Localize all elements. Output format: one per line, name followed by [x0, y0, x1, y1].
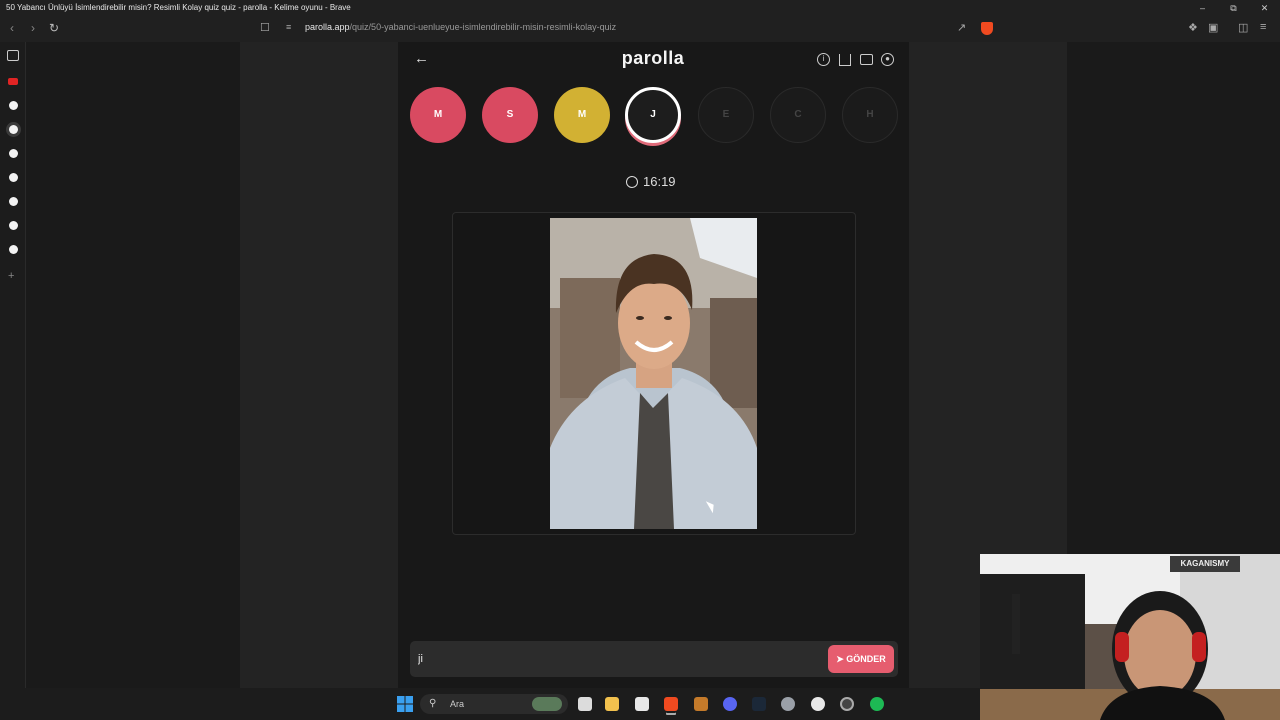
close-icon[interactable]: ✕	[1249, 0, 1280, 16]
photo-illustration	[550, 218, 757, 529]
search-highlight-icon	[532, 697, 562, 711]
back-arrow-icon[interactable]: ←	[414, 50, 429, 67]
letter-label: H	[866, 109, 874, 120]
letter-circle[interactable]: E	[698, 87, 754, 143]
info-icon[interactable]: i	[817, 53, 830, 66]
youtube-icon[interactable]	[8, 78, 18, 85]
url-text: parolla.app/quiz/50-yabanci-uenlueyue-is…	[305, 22, 617, 32]
brave-taskbar-icon[interactable]	[664, 697, 678, 711]
minimize-icon[interactable]: –	[1187, 0, 1218, 16]
letter-label: C	[794, 109, 802, 120]
app-taskbar-icon[interactable]	[840, 697, 854, 711]
taskbar-search[interactable]: ⚲ Ara	[420, 694, 568, 714]
browser-toolbar: ‹ › ↻ ☐ ≡ parolla.app/quiz/50-yabanci-ue…	[0, 16, 1280, 42]
webcam-overlay: KAGANISMY	[980, 554, 1280, 720]
bookmark-icon[interactable]: ☐	[260, 21, 270, 34]
share-icon[interactable]: ↗	[957, 21, 966, 34]
store-icon[interactable]	[635, 697, 649, 711]
file-explorer-icon[interactable]	[605, 697, 619, 711]
add-icon[interactable]: +	[8, 270, 14, 282]
window-titlebar: 50 Yabancı Ünlüyü İsimlendirebilir misin…	[0, 0, 1280, 16]
settings-icon[interactable]	[781, 697, 795, 711]
answer-input-container	[410, 641, 898, 677]
timer: 16:19	[626, 174, 676, 189]
forward-icon[interactable]: ›	[31, 21, 35, 35]
browser-sidebar: +	[0, 42, 26, 688]
site-settings-icon[interactable]: ≡	[286, 22, 291, 32]
brave-shields-icon[interactable]	[981, 22, 993, 35]
letter-label: E	[722, 109, 730, 120]
letter-circle[interactable]: M	[554, 87, 610, 143]
search-icon: ⚲	[429, 698, 437, 709]
webcam-illustration	[980, 554, 1280, 720]
clock-icon	[626, 176, 638, 188]
extensions-icon[interactable]: ❖	[1188, 21, 1198, 34]
webcam-logo: KAGANISMY	[1170, 556, 1240, 572]
letter-circle[interactable]: M	[410, 87, 466, 143]
sidebar-toggle-icon[interactable]: ◫	[1238, 21, 1248, 34]
app-taskbar-icon[interactable]	[694, 697, 708, 711]
letter-circle[interactable]: H	[842, 87, 898, 143]
letter-label: S	[506, 109, 514, 120]
app-taskbar-icon[interactable]	[811, 697, 825, 711]
app-logo[interactable]: parolla	[603, 48, 703, 69]
letter-circle-active[interactable]: J	[625, 87, 681, 143]
back-icon[interactable]: ‹	[10, 21, 14, 35]
discord-icon[interactable]	[723, 697, 737, 711]
celebrity-photo	[550, 218, 757, 529]
steam-icon[interactable]	[752, 697, 766, 711]
stats-icon[interactable]	[839, 54, 851, 66]
window-controls: – ⧉ ✕	[1187, 0, 1280, 16]
user-icon[interactable]: ●	[881, 53, 894, 66]
window-title: 50 Yabancı Ünlüyü İsimlendirebilir misin…	[6, 3, 351, 12]
windows-start-icon[interactable]	[397, 696, 413, 712]
letter-circle[interactable]: C	[770, 87, 826, 143]
letter-label: J	[650, 109, 656, 120]
sidebar-app-icon[interactable]	[9, 245, 18, 254]
sidebar-app-icon[interactable]	[9, 197, 18, 206]
reload-icon[interactable]: ↻	[49, 21, 59, 35]
sidebar-app-icon[interactable]	[9, 221, 18, 230]
restore-icon[interactable]: ⧉	[1218, 0, 1249, 16]
timer-value: 16:19	[643, 174, 676, 189]
letter-label: M	[433, 109, 443, 120]
chat-icon[interactable]	[860, 54, 873, 65]
menu-icon[interactable]: ≡	[1260, 21, 1266, 33]
sidebar-panel-icon[interactable]	[7, 50, 19, 61]
task-view-icon[interactable]	[578, 697, 592, 711]
letter-label: M	[577, 109, 587, 120]
answer-input[interactable]	[418, 650, 818, 668]
wallet-icon[interactable]: ▣	[1208, 21, 1218, 34]
send-button-label: GÖNDER	[846, 654, 886, 664]
sidebar-app-icon[interactable]	[9, 149, 18, 158]
sidebar-app-icon[interactable]	[9, 101, 18, 110]
page-background-left	[27, 42, 240, 688]
address-bar[interactable]: ≡ parolla.app/quiz/50-yabanci-uenlueyue-…	[280, 18, 1000, 39]
sidebar-app-icon[interactable]	[9, 173, 18, 182]
spotify-icon[interactable]	[870, 697, 884, 711]
send-icon: ➤	[836, 654, 847, 664]
letter-circle[interactable]: S	[482, 87, 538, 143]
send-button[interactable]: ➤ GÖNDER	[828, 645, 894, 673]
sidebar-app-icon[interactable]	[9, 125, 18, 134]
search-label: Ara	[450, 699, 465, 709]
windows-logo	[397, 696, 413, 712]
